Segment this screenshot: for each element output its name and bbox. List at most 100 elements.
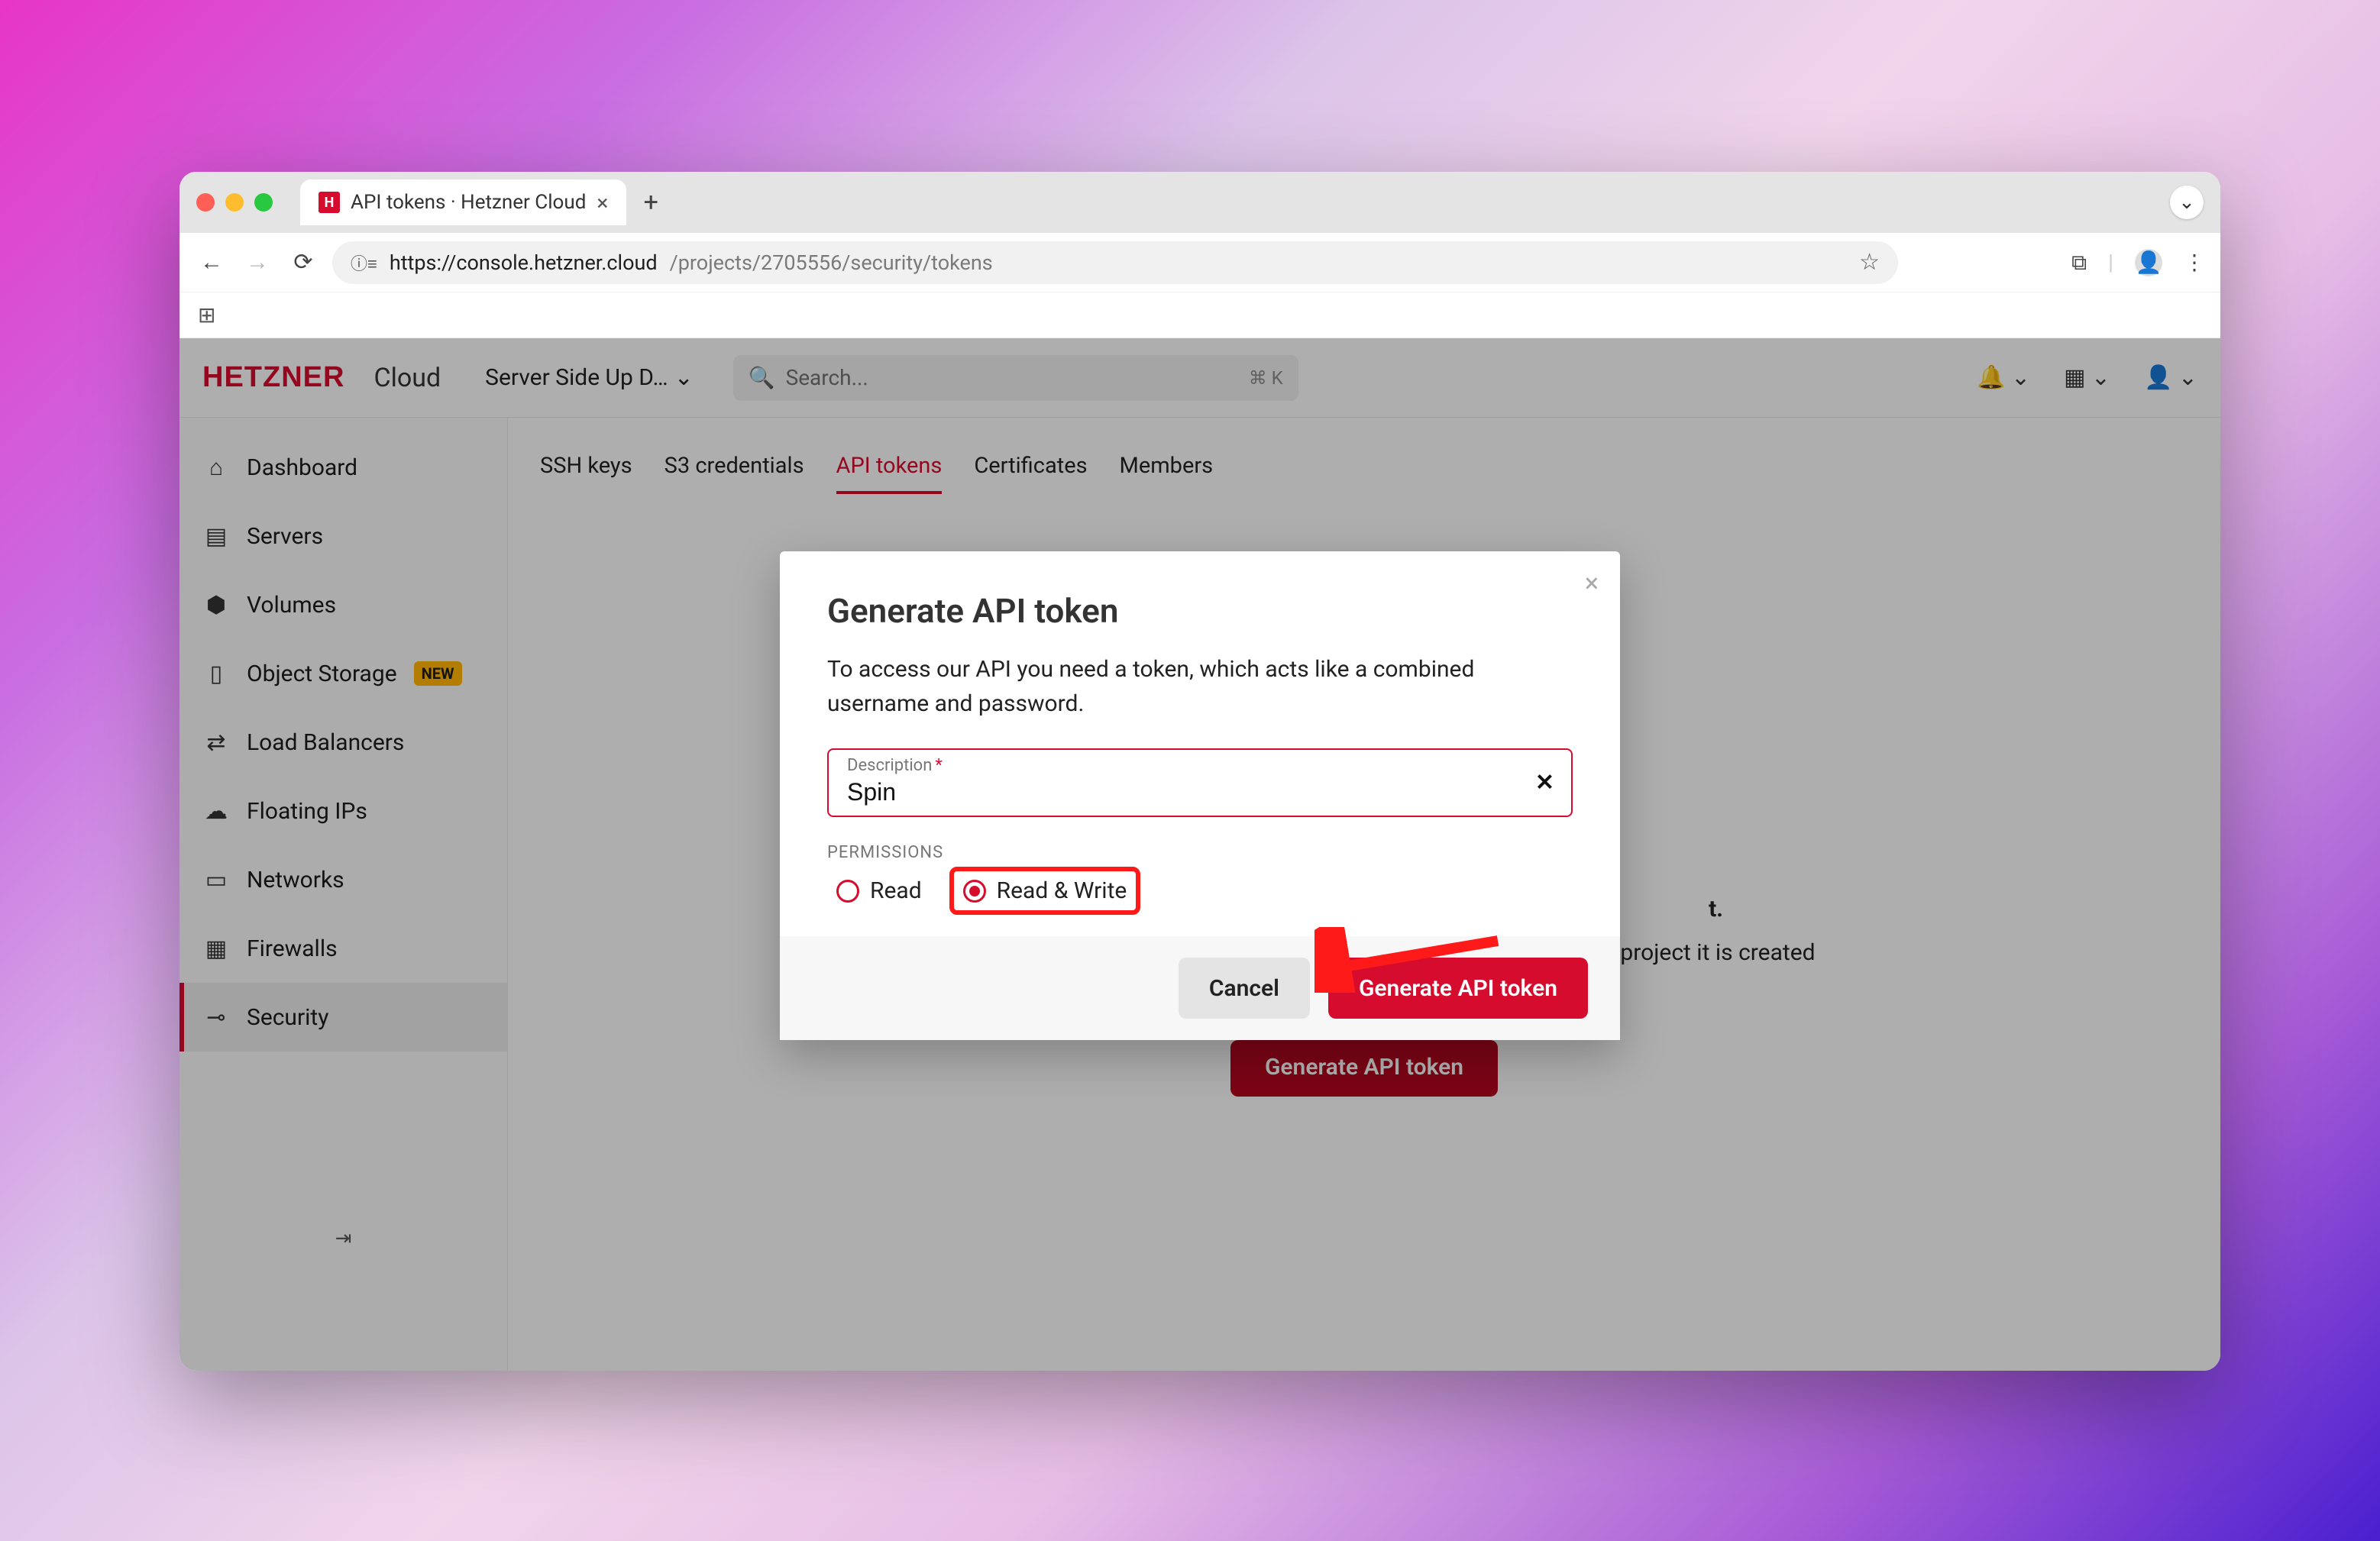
desktop-background: H API tokens · Hetzner Cloud × + ⌄ ← → ⟳… [0, 0, 2380, 1541]
search-kbd-hint: ⌘ K [1249, 367, 1283, 389]
browser-tab-title: API tokens · Hetzner Cloud [351, 191, 586, 214]
sidebar-item-label: Security [247, 1004, 328, 1031]
sidebar-item-label: Object Storage [247, 661, 397, 687]
tab-label: Certificates [974, 453, 1087, 479]
favicon-icon: H [319, 192, 340, 213]
modal-description: To access our API you need a token, whic… [827, 652, 1573, 721]
description-field[interactable]: Description* ✕ [827, 748, 1573, 817]
window-controls[interactable] [196, 193, 273, 212]
cancel-button[interactable]: Cancel [1179, 958, 1310, 1019]
sidebar-item-label: Servers [247, 523, 323, 550]
radio-label: Read [870, 877, 922, 904]
url-host: https://console.hetzner.cloud [390, 250, 658, 275]
home-icon: ⌂ [202, 454, 230, 481]
key-icon: ⊸ [202, 1004, 230, 1031]
url-path: /projects/2705556/security/tokens [670, 250, 993, 275]
notifications-icon[interactable]: 🔔 ⌄ [1977, 364, 2030, 391]
account-menu-icon[interactable]: 👤 ⌄ [2144, 364, 2197, 391]
sidebar-item-load-balancers[interactable]: ⇄ Load Balancers [179, 708, 507, 777]
radio-unchecked-icon [836, 880, 859, 903]
site-info-icon[interactable]: ⓘ≡ [351, 250, 377, 275]
sidebar-item-networks[interactable]: ▭ Networks [179, 845, 507, 914]
tab-label: SSH keys [540, 453, 632, 479]
sidebar-item-label: Load Balancers [247, 729, 404, 756]
sidebar-item-label: Networks [247, 867, 344, 893]
search-icon: 🔍 [749, 365, 775, 390]
modal-close-button[interactable]: × [1585, 568, 1599, 599]
chevron-down-icon: ⌄ [674, 364, 694, 391]
tab-close-icon[interactable]: × [597, 190, 608, 215]
tab-api-tokens[interactable]: API tokens [836, 441, 943, 494]
modal-footer: Cancel Generate API token [780, 936, 1620, 1040]
network-icon: ▭ [202, 867, 230, 893]
bookmark-star-icon[interactable]: ☆ [1859, 249, 1880, 276]
sidebar-item-object-storage[interactable]: ▯ Object Storage NEW [179, 639, 507, 708]
sidebar-item-servers[interactable]: ▤ Servers [179, 502, 507, 570]
global-search[interactable]: 🔍 Search... ⌘ K [733, 355, 1298, 401]
tab-label: API tokens [836, 453, 943, 479]
browser-tab[interactable]: H API tokens · Hetzner Cloud × [300, 179, 626, 225]
tab-label: S3 credentials [665, 453, 804, 479]
radio-label: Read & Write [997, 877, 1127, 904]
brand-logo[interactable]: HETZNER [202, 361, 344, 394]
permission-read-write-radio[interactable]: Read & Write [954, 871, 1137, 910]
apps-grid-icon[interactable]: ⊞ [198, 302, 215, 328]
cloud-icon: ☁ [202, 798, 230, 825]
security-subtabs: SSH keys S3 credentials API tokens Certi… [540, 441, 2188, 495]
apps-grid-icon[interactable]: ▦ ⌄ [2064, 364, 2110, 391]
volumes-icon: ⬢ [202, 592, 230, 619]
permissions-radio-group: Read Read & Write [827, 871, 1573, 910]
project-selector-label: Server Side Up D… [485, 364, 668, 391]
servers-icon: ▤ [202, 523, 230, 550]
brand-product: Cloud [373, 363, 441, 393]
description-input[interactable] [847, 778, 1553, 808]
sidebar-item-security[interactable]: ⊸ Security [179, 983, 507, 1052]
browser-toolbar: ← → ⟳ ⓘ≡ https://console.hetzner.cloud/p… [179, 233, 2220, 292]
clear-input-icon[interactable]: ✕ [1535, 770, 1554, 796]
permission-read-radio[interactable]: Read [827, 871, 931, 910]
sidebar-item-firewalls[interactable]: ▦ Firewalls [179, 914, 507, 983]
button-label: Generate API token [1359, 975, 1557, 1002]
nav-back-button[interactable]: ← [195, 246, 228, 279]
sidebar-item-floating-ips[interactable]: ☁Floating IPs [179, 777, 507, 845]
bucket-icon: ▯ [202, 661, 230, 687]
button-label: Cancel [1209, 975, 1279, 1002]
generate-token-button-bg[interactable]: Generate API token [1230, 1040, 1498, 1097]
sidebar-item-volumes[interactable]: ⬢ Volumes [179, 570, 507, 639]
load-balancer-icon: ⇄ [202, 729, 230, 756]
sidebar-item-dashboard[interactable]: ⌂Dashboard [179, 433, 507, 502]
extensions-icon[interactable]: ⧉ [2071, 250, 2087, 276]
firewall-icon: ▦ [202, 935, 230, 962]
browser-window: H API tokens · Hetzner Cloud × + ⌄ ← → ⟳… [179, 172, 2220, 1371]
sidebar-item-label: Firewalls [247, 935, 338, 962]
app-topbar: HETZNER Cloud Server Side Up D… ⌄ 🔍 Sear… [179, 338, 2220, 418]
tab-overflow-button[interactable]: ⌄ [2170, 186, 2204, 219]
field-label: Description* [847, 756, 943, 775]
modal-title: Generate API token [827, 591, 1573, 631]
window-close-icon[interactable] [196, 193, 215, 212]
tab-certificates[interactable]: Certificates [974, 441, 1087, 494]
new-tab-button[interactable]: + [632, 184, 669, 221]
sidebar: ⌂Dashboard ▤ Servers ⬢ Volumes ▯ Object Sto… [179, 418, 508, 1371]
tab-members[interactable]: Members [1120, 441, 1214, 494]
window-minimize-icon[interactable] [225, 193, 244, 212]
field-label-text: Description [847, 756, 932, 775]
browser-menu-icon[interactable]: ⋮ [2184, 250, 2205, 275]
tab-ssh-keys[interactable]: SSH keys [540, 441, 632, 494]
sidebar-collapse-button[interactable]: ⇥ [179, 1227, 507, 1250]
sidebar-item-label: Volumes [247, 592, 336, 619]
new-badge: NEW [414, 661, 462, 686]
tab-s3-credentials[interactable]: S3 credentials [665, 441, 804, 494]
bookmarks-bar: ⊞ [179, 292, 2220, 338]
generate-api-token-modal: × Generate API token To access our API y… [780, 551, 1620, 1040]
tab-label: Members [1120, 453, 1214, 479]
nav-reload-button[interactable]: ⟳ [286, 246, 320, 279]
window-zoom-icon[interactable] [254, 193, 273, 212]
generate-api-token-button[interactable]: Generate API token [1328, 958, 1588, 1019]
project-selector[interactable]: Server Side Up D… ⌄ [485, 364, 694, 391]
nav-forward-button[interactable]: → [241, 246, 274, 279]
address-bar[interactable]: ⓘ≡ https://console.hetzner.cloud/project… [332, 241, 1898, 284]
browser-tab-strip: H API tokens · Hetzner Cloud × + ⌄ [179, 172, 2220, 233]
permissions-heading: PERMISSIONS [827, 843, 1573, 862]
profile-avatar-icon[interactable]: 👤 [2135, 249, 2162, 276]
